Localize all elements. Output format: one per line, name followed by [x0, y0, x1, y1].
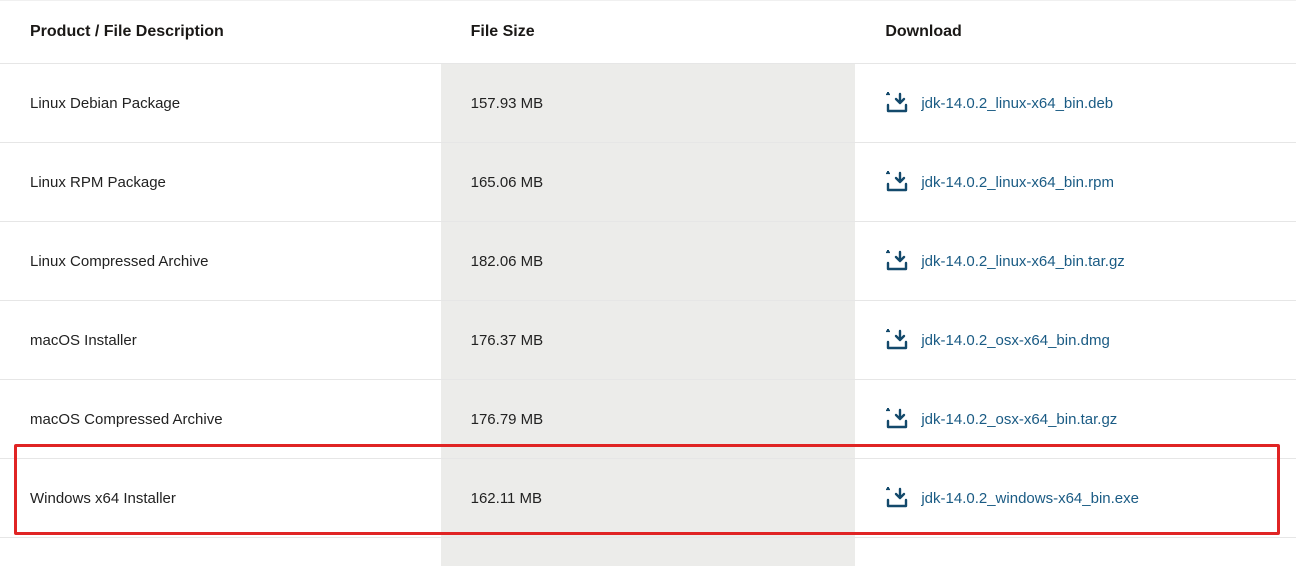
cell-size: 165.06 MB: [441, 143, 856, 222]
download-cell: jdk-14.0.2_linux-x64_bin.tar.gz: [885, 250, 1280, 272]
cell-product: Linux Debian Package: [0, 64, 441, 143]
table-row: Windows x64 Installer162.11 MB jdk-14.0.…: [0, 459, 1296, 538]
table-row: [0, 538, 1296, 566]
cell-product: [0, 538, 441, 566]
download-link[interactable]: jdk-14.0.2_linux-x64_bin.deb: [921, 95, 1113, 112]
download-link[interactable]: jdk-14.0.2_linux-x64_bin.tar.gz: [921, 253, 1124, 270]
cell-product: macOS Installer: [0, 301, 441, 380]
table-row: Linux Compressed Archive182.06 MB jdk-14…: [0, 222, 1296, 301]
downloads-table-wrap: Product / File Description File Size Dow…: [0, 0, 1296, 566]
downloads-table: Product / File Description File Size Dow…: [0, 1, 1296, 566]
download-icon: [885, 487, 909, 509]
download-cell: jdk-14.0.2_osx-x64_bin.dmg: [885, 329, 1280, 351]
download-link[interactable]: jdk-14.0.2_osx-x64_bin.dmg: [921, 332, 1109, 349]
cell-size: 176.79 MB: [441, 380, 856, 459]
col-header-product: Product / File Description: [0, 1, 441, 64]
download-cell: jdk-14.0.2_linux-x64_bin.deb: [885, 92, 1280, 114]
table-row: macOS Compressed Archive176.79 MB jdk-14…: [0, 380, 1296, 459]
download-icon: [885, 250, 909, 272]
download-cell: jdk-14.0.2_linux-x64_bin.rpm: [885, 171, 1280, 193]
cell-size: 182.06 MB: [441, 222, 856, 301]
cell-size: [441, 538, 856, 566]
download-link[interactable]: jdk-14.0.2_windows-x64_bin.exe: [921, 490, 1139, 507]
table-row: Linux Debian Package157.93 MB jdk-14.0.2…: [0, 64, 1296, 143]
cell-product: macOS Compressed Archive: [0, 380, 441, 459]
col-header-download: Download: [855, 1, 1296, 64]
download-icon: [885, 171, 909, 193]
download-icon: [885, 92, 909, 114]
download-link[interactable]: jdk-14.0.2_linux-x64_bin.rpm: [921, 174, 1114, 191]
cell-download: jdk-14.0.2_osx-x64_bin.dmg: [855, 301, 1296, 380]
cell-size: 162.11 MB: [441, 459, 856, 538]
cell-download: jdk-14.0.2_osx-x64_bin.tar.gz: [855, 380, 1296, 459]
download-cell: jdk-14.0.2_windows-x64_bin.exe: [885, 487, 1280, 509]
cell-download: jdk-14.0.2_windows-x64_bin.exe: [855, 459, 1296, 538]
download-icon: [885, 329, 909, 351]
cell-product: Linux Compressed Archive: [0, 222, 441, 301]
cell-product: Linux RPM Package: [0, 143, 441, 222]
col-header-size: File Size: [441, 1, 856, 64]
cell-size: 176.37 MB: [441, 301, 856, 380]
downloads-table-container: Product / File Description File Size Dow…: [0, 0, 1296, 566]
cell-download: [855, 538, 1296, 566]
download-cell: jdk-14.0.2_osx-x64_bin.tar.gz: [885, 408, 1280, 430]
download-link[interactable]: jdk-14.0.2_osx-x64_bin.tar.gz: [921, 411, 1117, 428]
table-row: Linux RPM Package165.06 MB jdk-14.0.2_li…: [0, 143, 1296, 222]
download-icon: [885, 408, 909, 430]
table-header-row: Product / File Description File Size Dow…: [0, 1, 1296, 64]
cell-size: 157.93 MB: [441, 64, 856, 143]
cell-product: Windows x64 Installer: [0, 459, 441, 538]
table-row: macOS Installer176.37 MB jdk-14.0.2_osx-…: [0, 301, 1296, 380]
cell-download: jdk-14.0.2_linux-x64_bin.tar.gz: [855, 222, 1296, 301]
cell-download: jdk-14.0.2_linux-x64_bin.deb: [855, 64, 1296, 143]
cell-download: jdk-14.0.2_linux-x64_bin.rpm: [855, 143, 1296, 222]
